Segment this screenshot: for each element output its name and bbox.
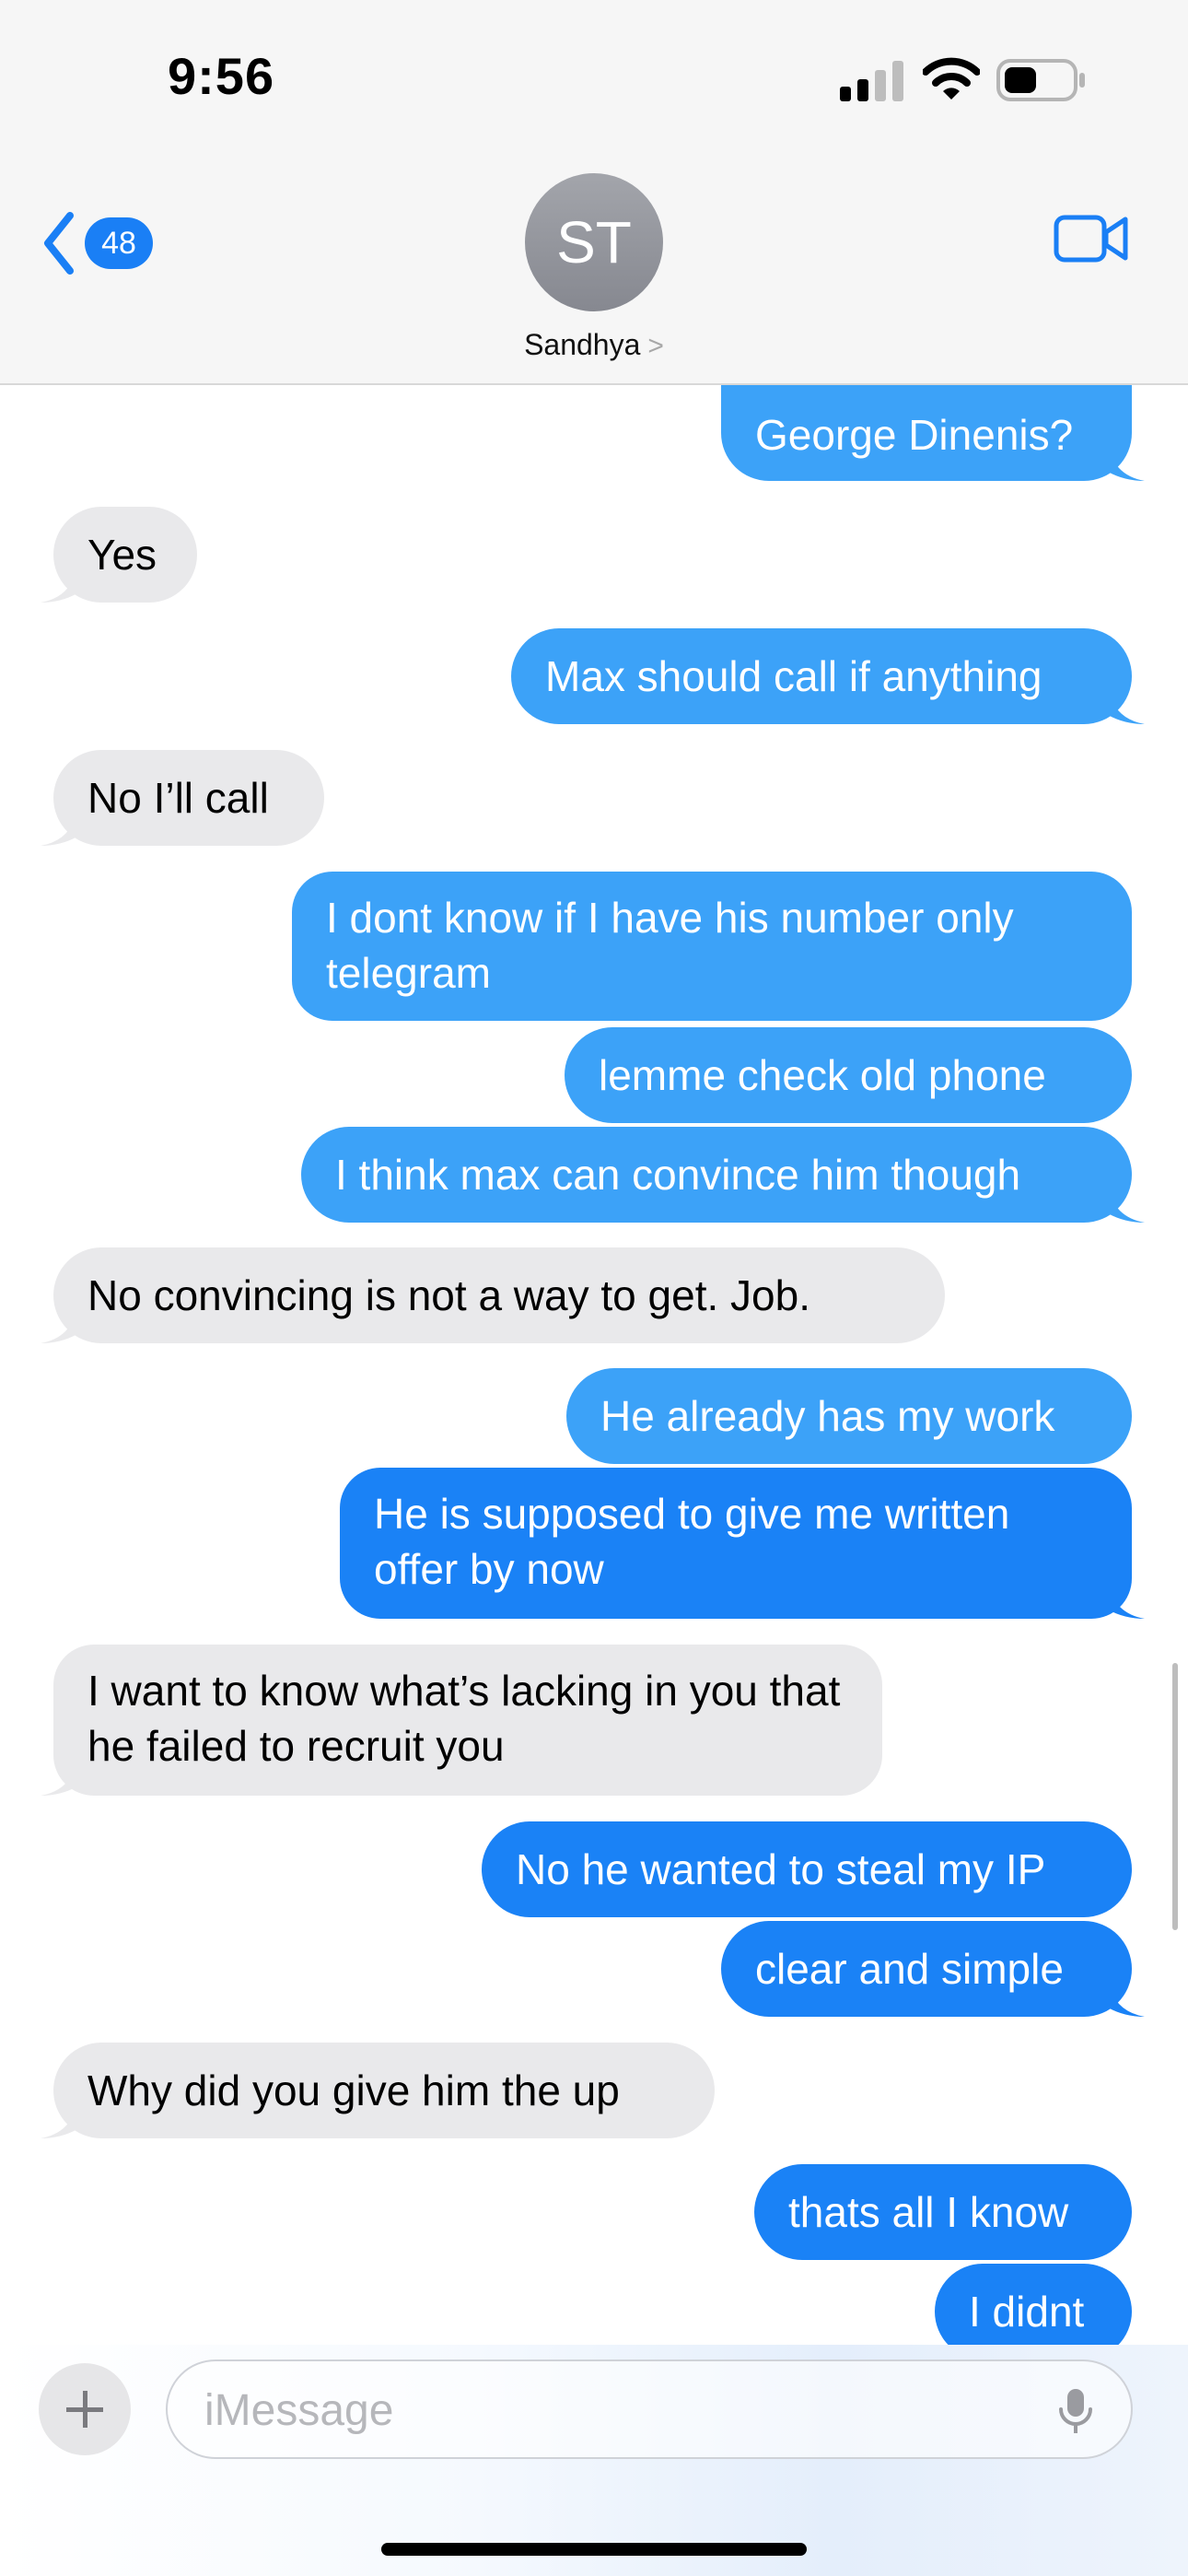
message-text: He is supposed to give me written offer … <box>374 1490 1010 1593</box>
message-bubble-sent[interactable]: He is supposed to give me written offer … <box>340 1468 1145 1619</box>
message-text: clear and simple <box>755 1945 1064 1993</box>
facetime-video-icon[interactable] <box>1054 210 1129 265</box>
contact-name[interactable]: Sandhya > <box>0 328 1188 362</box>
bubble-tail <box>41 1759 77 1796</box>
message-text: lemme check old phone <box>599 1051 1046 1099</box>
message-text: No convincing is not a way to get. Job. <box>87 1271 810 1319</box>
conversation-header: 48 ST Sandhya > <box>0 157 1188 385</box>
bubble-tail <box>41 809 77 846</box>
message-bubble-sent[interactable]: No he wanted to steal my IP <box>482 1821 1132 1917</box>
contact-avatar[interactable]: ST <box>525 173 663 311</box>
bubble-tail <box>1108 1186 1145 1223</box>
message-bubble-received[interactable]: Why did you give him the up <box>41 2043 715 2138</box>
message-bubble-sent[interactable]: I dont know if I have his number only te… <box>292 872 1132 1021</box>
bubble-tail <box>1108 687 1145 724</box>
message-bubble-received[interactable]: No convincing is not a way to get. Job. <box>41 1247 945 1343</box>
message-bubble-received[interactable]: I want to know what’s lacking in you tha… <box>41 1645 882 1796</box>
message-text: Max should call if anything <box>545 652 1042 700</box>
message-bubble-sent[interactable]: lemme check old phone <box>565 1027 1132 1123</box>
bubble-tail <box>41 1306 77 1343</box>
bubble-tail <box>41 566 77 603</box>
contact-name-label: Sandhya <box>524 328 641 361</box>
message-bubble-sent[interactable]: Max should call if anything <box>511 628 1145 724</box>
message-bubble-sent[interactable]: George Dinenis? <box>721 385 1145 481</box>
unread-count-badge: 48 <box>85 217 153 269</box>
chevron-left-icon <box>44 212 74 275</box>
message-bubble-sent[interactable]: I think max can convince him though <box>301 1127 1145 1223</box>
message-text: Why did you give him the up <box>87 2067 620 2114</box>
message-text: I think max can convince him though <box>335 1151 1021 1199</box>
scroll-indicator[interactable] <box>1172 1663 1178 1930</box>
message-bubble-sent[interactable]: thats all I know <box>754 2164 1132 2260</box>
message-text: I want to know what’s lacking in you tha… <box>87 1667 841 1770</box>
message-bubble-sent[interactable]: clear and simple <box>721 1921 1145 2017</box>
bubble-tail <box>1108 444 1145 481</box>
message-bubble-received[interactable]: No I’ll call <box>41 750 324 846</box>
bubble-tail <box>1108 1582 1145 1619</box>
message-bubble-sent[interactable]: He already has my work <box>566 1368 1132 1464</box>
clock: 9:56 <box>168 47 275 105</box>
composer-bar <box>0 2345 1188 2576</box>
message-input[interactable] <box>203 2361 1035 2459</box>
battery-icon <box>996 59 1085 101</box>
microphone-icon[interactable] <box>1057 2387 1094 2435</box>
home-indicator[interactable] <box>381 2543 807 2556</box>
back-button[interactable]: 48 <box>41 210 169 284</box>
cellular-signal-icon <box>840 61 903 101</box>
message-text: I dont know if I have his number only te… <box>326 894 1014 997</box>
message-field[interactable] <box>166 2359 1133 2459</box>
bubble-tail <box>1108 1980 1145 2017</box>
wifi-icon <box>923 57 980 100</box>
status-bar: 9:56 <box>0 0 1188 157</box>
chevron-right-icon: > <box>647 331 664 361</box>
message-text: No I’ll call <box>87 774 269 822</box>
add-attachment-button[interactable] <box>39 2363 131 2455</box>
message-text: He already has my work <box>600 1392 1055 1440</box>
message-text: thats all I know <box>788 2188 1069 2236</box>
bubble-tail <box>41 2102 77 2138</box>
message-bubble-received[interactable]: Yes <box>41 507 197 603</box>
message-text: No he wanted to steal my IP <box>516 1845 1046 1893</box>
message-text: I didnt <box>969 2288 1085 2336</box>
message-text: George Dinenis? <box>755 411 1074 459</box>
